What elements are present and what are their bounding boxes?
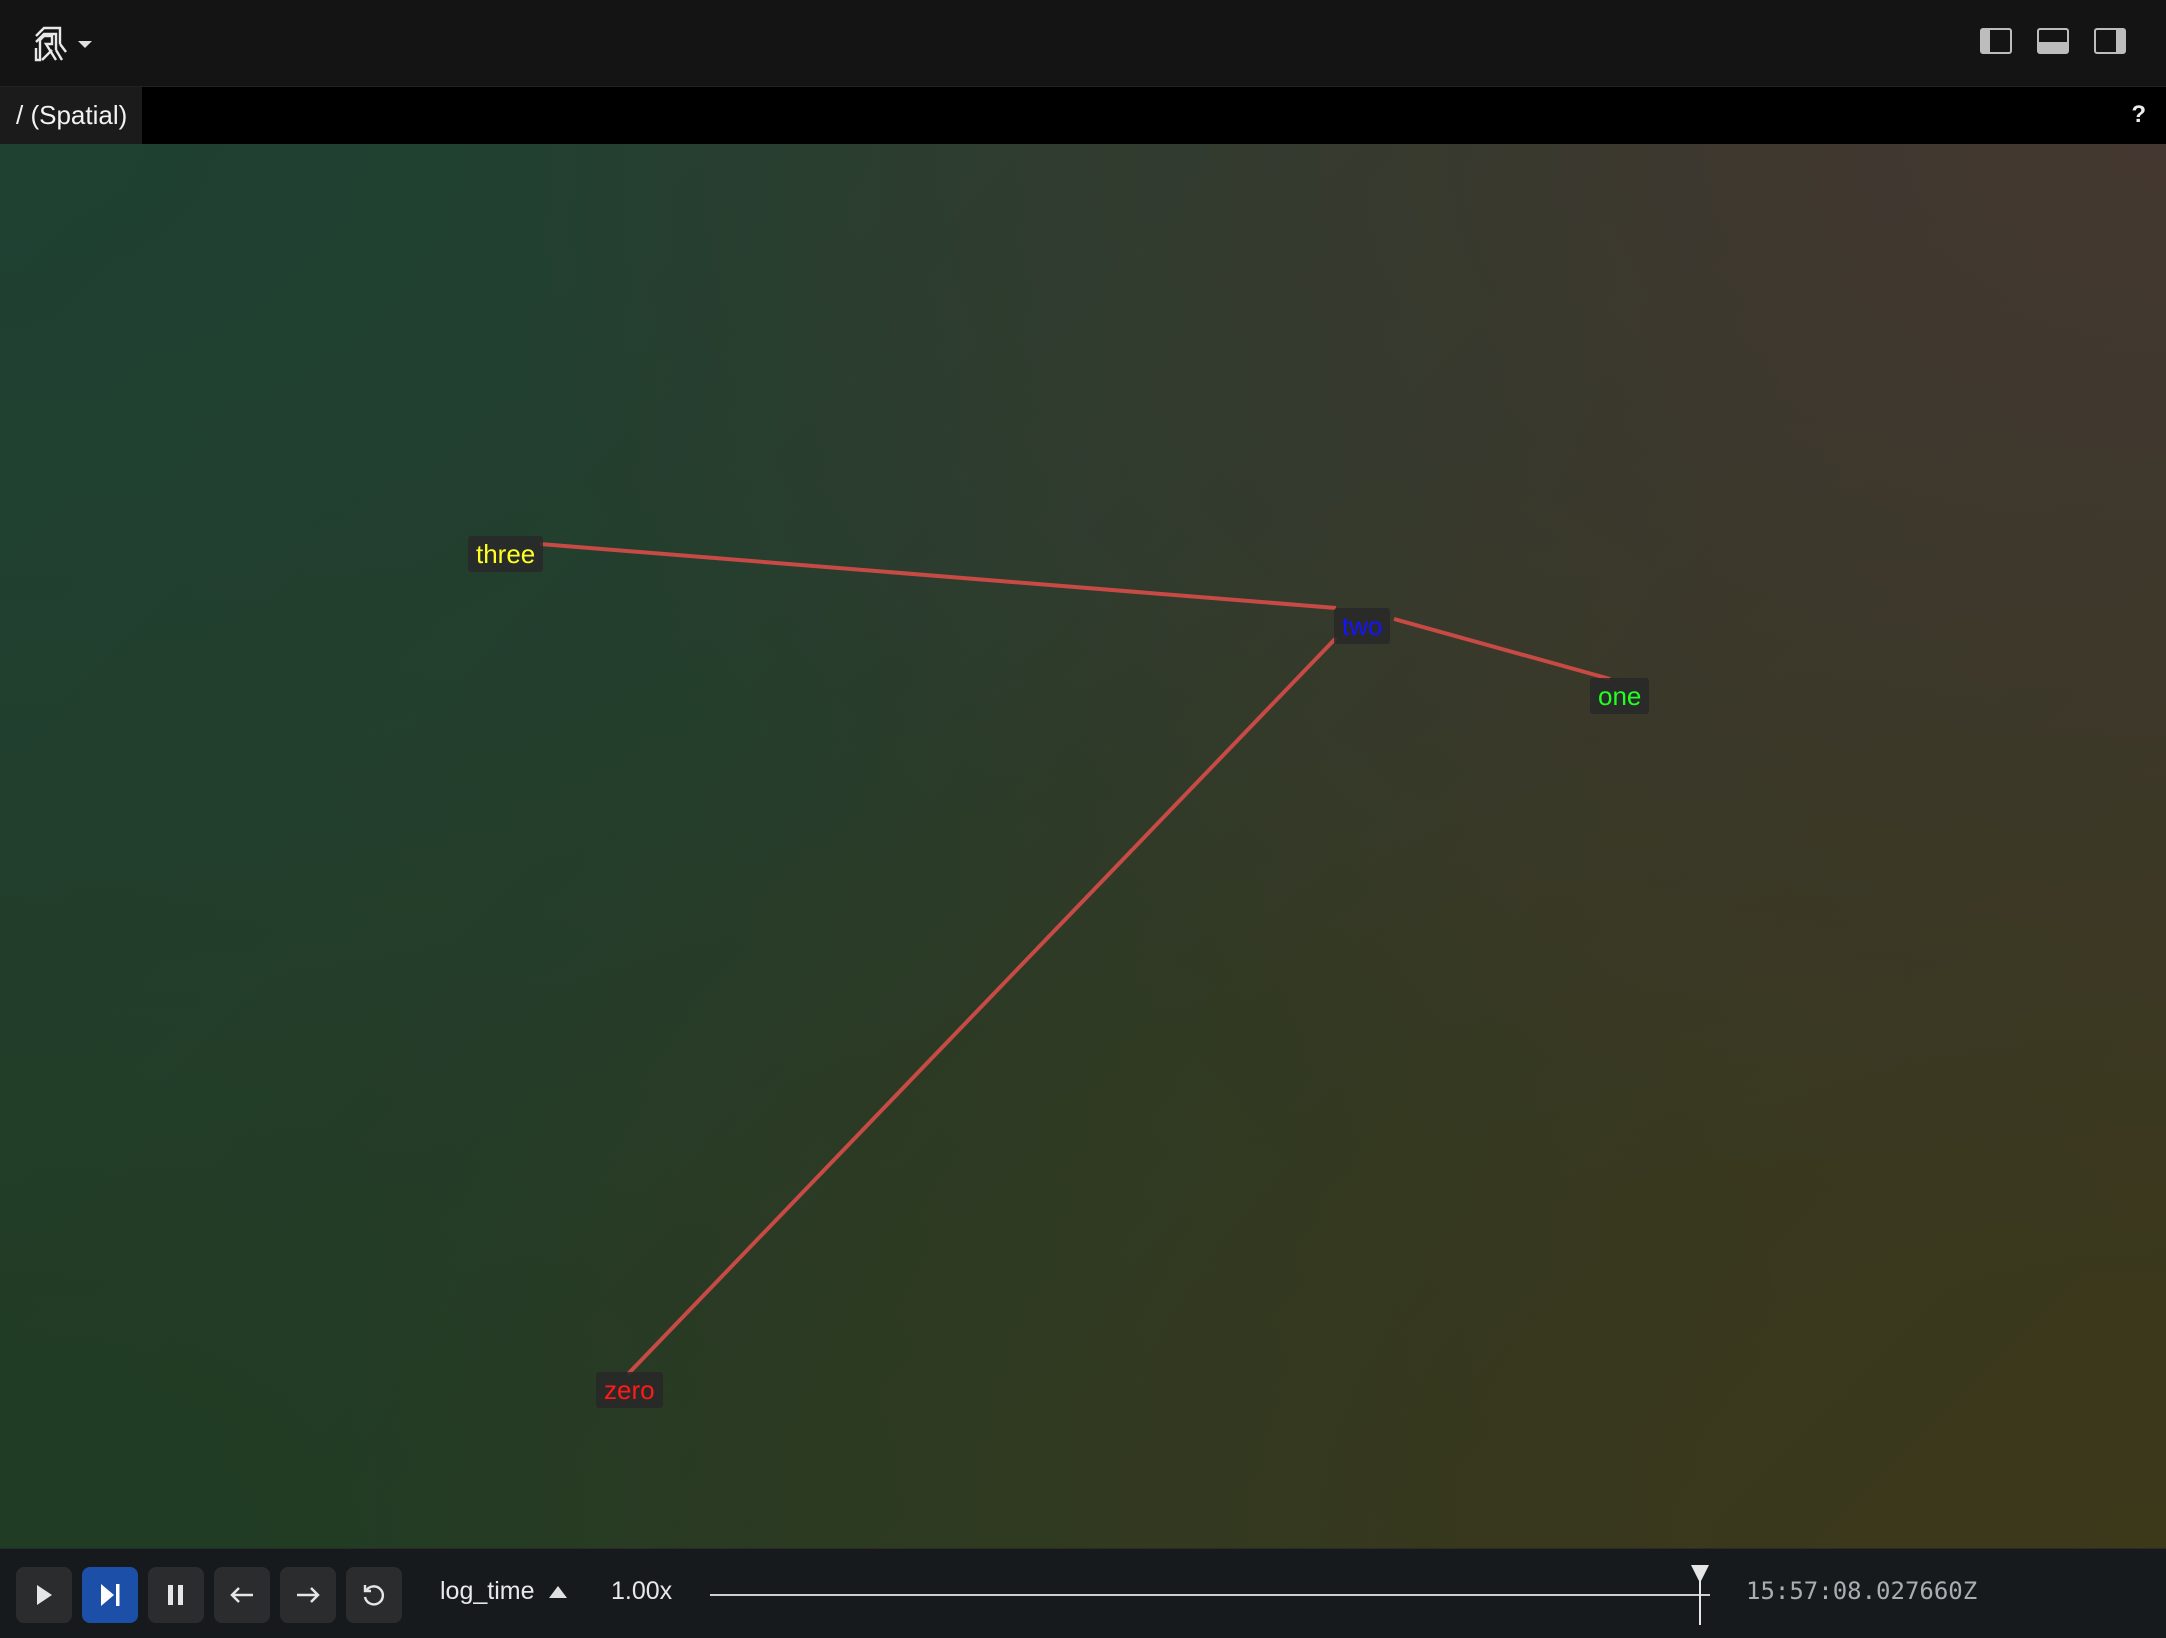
step-back-button[interactable] (214, 1567, 270, 1623)
rerun-logo-icon (34, 26, 67, 62)
step-forward-button[interactable] (280, 1567, 336, 1623)
timeline-name: log_time (440, 1577, 535, 1605)
node-label-two[interactable]: two (1334, 608, 1391, 644)
help-button[interactable]: ? (2131, 101, 2146, 129)
edge-two-zero (626, 636, 1338, 1376)
loop-icon (363, 1585, 385, 1606)
bottom-panel-icon[interactable] (2037, 28, 2069, 54)
tab-spatial[interactable]: / (Spatial) (0, 87, 142, 144)
playback-speed[interactable]: 1.00x (611, 1577, 672, 1606)
follow-button[interactable] (82, 1567, 138, 1623)
right-panel-icon[interactable] (2094, 28, 2126, 54)
timeline-bar: log_time 1.00x 15:57:08.027660Z (0, 1548, 2166, 1638)
pause-icon (168, 1585, 183, 1605)
loop-button[interactable] (346, 1567, 402, 1623)
left-panel-icon[interactable] (1980, 28, 2012, 54)
step-to-end-icon (101, 1584, 120, 1606)
current-time: 15:57:08.027660Z (1746, 1577, 1978, 1605)
edge-three-two (539, 542, 1337, 610)
node-label-one[interactable]: one (1590, 678, 1650, 714)
play-button[interactable] (16, 1567, 72, 1623)
spatial-view[interactable]: three two one zero (0, 144, 2166, 1548)
timeline-selector[interactable]: log_time (440, 1577, 567, 1606)
playhead-handle[interactable] (1690, 1565, 1710, 1625)
node-label-zero[interactable]: zero (596, 1372, 663, 1408)
arrow-left-icon (230, 1587, 253, 1603)
arrow-right-icon (297, 1587, 320, 1603)
pause-button[interactable] (148, 1567, 204, 1623)
time-track[interactable] (710, 1594, 1710, 1596)
app-menu-button[interactable] (30, 22, 100, 66)
view-tab-bar: / (Spatial) ? (0, 87, 2166, 144)
graph-edges (539, 542, 1611, 1376)
edge-two-one (1393, 617, 1611, 681)
play-icon (37, 1585, 52, 1605)
triangle-up-icon (548, 1585, 567, 1598)
node-label-three[interactable]: three (468, 536, 544, 572)
caret-down-icon (78, 40, 92, 48)
top-bar (0, 0, 2166, 87)
